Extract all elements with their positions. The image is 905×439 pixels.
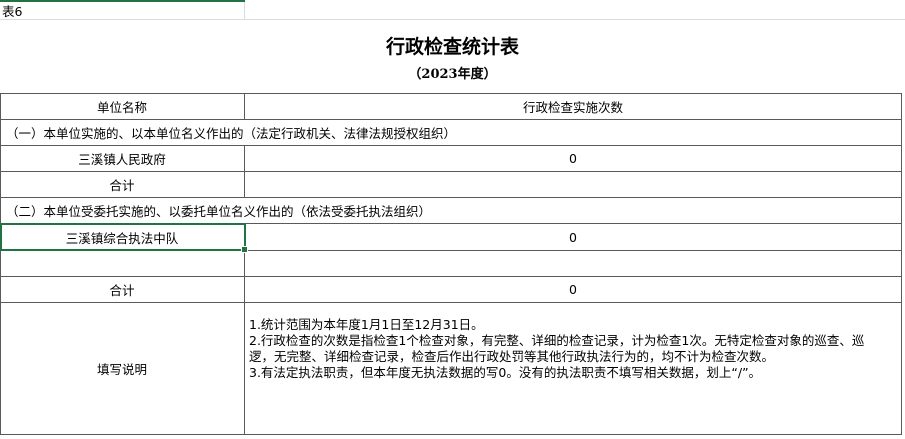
section2-heading: （二）本单位受委托实施的、以委托单位名义作出的（依法受委托执法组织）: [6, 204, 432, 219]
table-row-unit-cell[interactable]: [0, 251, 244, 276]
note-line: 2.行政检查的次数是指检查1个检查对象，有完整、详细的检查记录，计为检查1次。无…: [249, 333, 865, 364]
spreadsheet-sheet: 表6 行政检查统计表 （2023年度） 单位名称 行政检查实施次数 （一）本单位…: [0, 0, 905, 439]
table-row-unit-cell[interactable]: 三溪镇人民政府: [0, 146, 244, 171]
table-title: 行政检查统计表: [385, 35, 519, 58]
subtotal-label-cell[interactable]: 合计: [0, 277, 244, 302]
table-row-value-cell[interactable]: 0: [245, 224, 901, 250]
subtotal-label: 合计: [109, 178, 135, 193]
note-line: 3.有法定执法职责，但本年度无执法数据的写0。没有的执法职责不填写相关数据，划上…: [249, 365, 762, 380]
section1-heading: （一）本单位实施的、以本单位名义作出的（法定行政机关、法律法规授权组织）: [6, 126, 457, 141]
table-subtitle-cell[interactable]: （2023年度）: [0, 60, 905, 84]
sheet-label: 表6: [2, 4, 23, 19]
subtotal-value-cell[interactable]: [245, 172, 901, 197]
notes-label-cell[interactable]: 填写说明: [0, 303, 244, 434]
border: [901, 93, 902, 435]
subtotal-value-cell[interactable]: 0: [245, 277, 901, 302]
gridline: [244, 0, 245, 19]
inspection-count: 0: [569, 229, 577, 245]
note-line: 1.统计范围为本年度1月1日至12月31日。: [249, 317, 484, 332]
table-row-value-cell[interactable]: [245, 251, 901, 276]
section2-heading-cell[interactable]: （二）本单位受委托实施的、以委托单位名义作出的（依法受委托执法组织）: [0, 198, 901, 223]
gridline: [0, 19, 905, 20]
sheet-label-cell[interactable]: 表6: [0, 2, 244, 19]
notes-label: 填写说明: [96, 362, 147, 377]
header-count-cell[interactable]: 行政检查实施次数: [245, 94, 901, 119]
header-count: 行政检查实施次数: [522, 100, 623, 115]
unit-name: 三溪镇人民政府: [78, 152, 166, 167]
subtotal-value: 0: [569, 282, 577, 297]
fill-handle[interactable]: [241, 246, 248, 253]
table-subtitle: （2023年度）: [408, 66, 497, 82]
header-unit-name: 单位名称: [96, 100, 147, 115]
active-cell-selection[interactable]: [0, 223, 246, 251]
section1-heading-cell[interactable]: （一）本单位实施的、以本单位名义作出的（法定行政机关、法律法规授权组织）: [0, 120, 901, 145]
subtotal-label-cell[interactable]: 合计: [0, 172, 244, 197]
header-unit-name-cell[interactable]: 单位名称: [0, 94, 244, 119]
subtotal-label: 合计: [109, 283, 135, 298]
table-title-cell[interactable]: 行政检查统计表: [0, 28, 905, 62]
inspection-count: 0: [569, 151, 577, 166]
notes-content-cell[interactable]: 1.统计范围为本年度1月1日至12月31日。 2.行政检查的次数是指检查1个检查…: [245, 313, 895, 434]
border: [0, 434, 902, 435]
table-row-value-cell[interactable]: 0: [245, 146, 901, 171]
